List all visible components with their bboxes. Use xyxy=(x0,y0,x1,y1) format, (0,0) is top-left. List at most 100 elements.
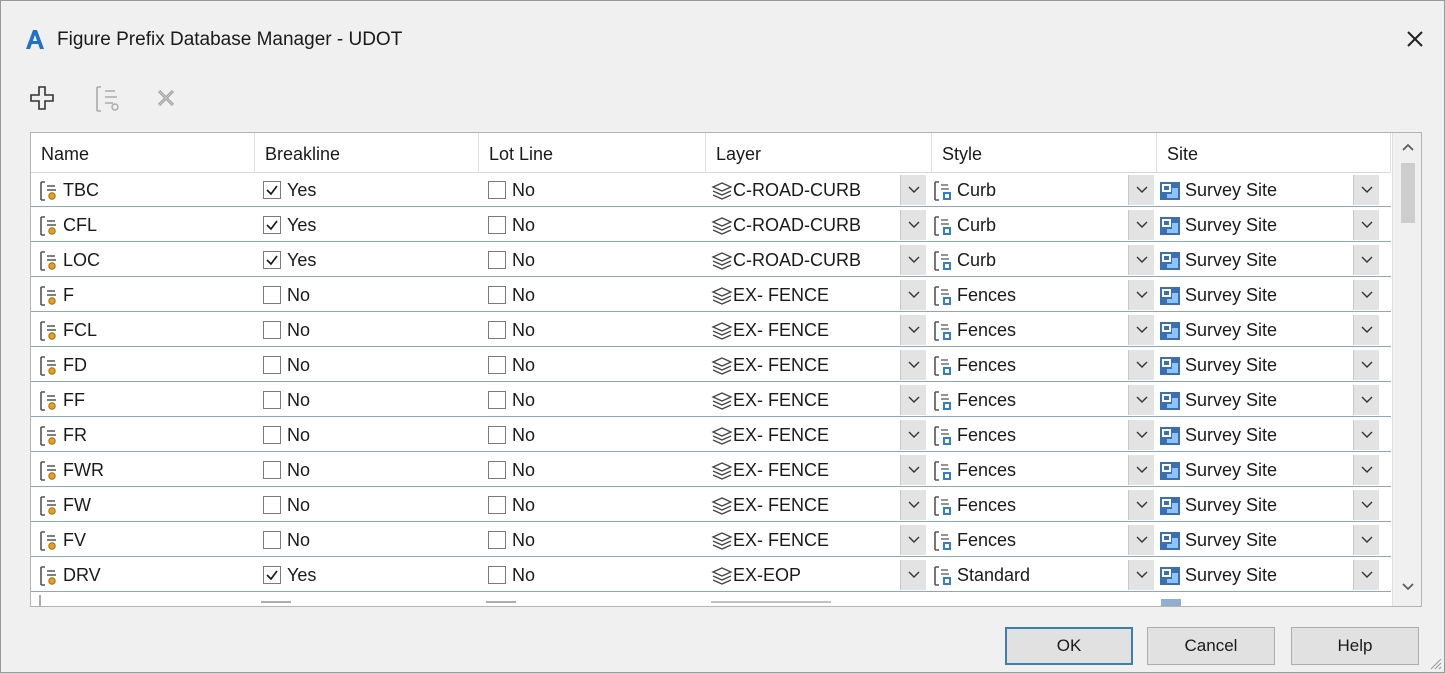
style-dropdown-chevron-icon[interactable] xyxy=(1128,490,1154,520)
table-row[interactable]: FW No No EX- FENCE Fences Survey Site xyxy=(31,488,1391,522)
layer-dropdown-chevron-icon[interactable] xyxy=(900,350,926,380)
lotline-checkbox[interactable] xyxy=(488,321,506,339)
name-cell[interactable]: LOC xyxy=(31,243,255,277)
breakline-checkbox[interactable] xyxy=(263,321,281,339)
layer-cell[interactable]: EX- FENCE xyxy=(706,348,932,382)
table-row[interactable]: LOC Yes No C-ROAD-CURB Curb Survey Site xyxy=(31,243,1391,277)
site-dropdown-chevron-icon[interactable] xyxy=(1353,245,1379,275)
style-dropdown-chevron-icon[interactable] xyxy=(1128,560,1154,590)
breakline-checkbox[interactable] xyxy=(263,461,281,479)
cancel-button[interactable]: Cancel xyxy=(1147,627,1275,665)
site-dropdown-chevron-icon[interactable] xyxy=(1353,385,1379,415)
name-cell[interactable]: FWR xyxy=(31,453,255,487)
name-cell[interactable]: FW xyxy=(31,488,255,522)
lotline-checkbox[interactable] xyxy=(488,566,506,584)
close-icon[interactable] xyxy=(1395,19,1435,59)
lotline-checkbox[interactable] xyxy=(488,531,506,549)
style-cell[interactable]: Fences xyxy=(932,523,1157,557)
name-cell[interactable]: FCL xyxy=(31,313,255,347)
lotline-checkbox[interactable] xyxy=(488,286,506,304)
style-dropdown-chevron-icon[interactable] xyxy=(1128,315,1154,345)
layer-cell[interactable]: C-ROAD-CURB xyxy=(706,243,932,277)
table-row[interactable]: DRV Yes No EX-EOP Standard Survey Site xyxy=(31,558,1391,592)
style-cell[interactable]: Curb xyxy=(932,243,1157,277)
site-dropdown-chevron-icon[interactable] xyxy=(1353,490,1379,520)
style-dropdown-chevron-icon[interactable] xyxy=(1128,280,1154,310)
layer-cell[interactable]: C-ROAD-CURB xyxy=(706,173,932,207)
table-row[interactable]: F No No EX- FENCE Fences Survey Site xyxy=(31,278,1391,312)
site-cell[interactable]: Survey Site xyxy=(1157,558,1391,592)
layer-cell[interactable]: EX- FENCE xyxy=(706,453,932,487)
column-header-name[interactable]: Name xyxy=(31,133,255,173)
table-row[interactable]: FCL No No EX- FENCE Fences Survey Site xyxy=(31,313,1391,347)
layer-dropdown-chevron-icon[interactable] xyxy=(900,455,926,485)
name-cell[interactable]: FD xyxy=(31,348,255,382)
style-dropdown-chevron-icon[interactable] xyxy=(1128,245,1154,275)
resize-grip-icon[interactable] xyxy=(1429,657,1443,671)
breakline-checkbox[interactable] xyxy=(263,496,281,514)
breakline-checkbox[interactable] xyxy=(263,566,281,584)
style-cell[interactable]: Curb xyxy=(932,173,1157,207)
layer-dropdown-chevron-icon[interactable] xyxy=(900,245,926,275)
site-cell[interactable]: Survey Site xyxy=(1157,383,1391,417)
site-dropdown-chevron-icon[interactable] xyxy=(1353,175,1379,205)
copy-prefix-icon[interactable] xyxy=(87,81,127,117)
layer-cell[interactable]: EX-EOP xyxy=(706,558,932,592)
layer-cell[interactable]: EX- FENCE xyxy=(706,418,932,452)
style-cell[interactable]: Fences xyxy=(932,418,1157,452)
site-dropdown-chevron-icon[interactable] xyxy=(1353,560,1379,590)
column-header-site[interactable]: Site xyxy=(1157,133,1391,173)
name-cell[interactable]: CFL xyxy=(31,208,255,242)
site-cell[interactable]: Survey Site xyxy=(1157,348,1391,382)
table-row[interactable]: FWR No No EX- FENCE Fences Survey Site xyxy=(31,453,1391,487)
vertical-scrollbar[interactable] xyxy=(1392,133,1421,606)
table-row[interactable]: FF No No EX- FENCE Fences Survey Site xyxy=(31,383,1391,417)
layer-dropdown-chevron-icon[interactable] xyxy=(900,385,926,415)
lotline-checkbox[interactable] xyxy=(488,391,506,409)
style-cell[interactable]: Fences xyxy=(932,453,1157,487)
site-cell[interactable]: Survey Site xyxy=(1157,488,1391,522)
site-cell[interactable]: Survey Site xyxy=(1157,453,1391,487)
scroll-down-icon[interactable] xyxy=(1393,573,1421,601)
style-dropdown-chevron-icon[interactable] xyxy=(1128,210,1154,240)
style-cell[interactable]: Fences xyxy=(932,348,1157,382)
name-cell[interactable]: DRV xyxy=(31,558,255,592)
layer-dropdown-chevron-icon[interactable] xyxy=(900,280,926,310)
style-cell[interactable]: Curb xyxy=(932,208,1157,242)
table-row[interactable]: FR No No EX- FENCE Fences Survey Site xyxy=(31,418,1391,452)
site-cell[interactable]: Survey Site xyxy=(1157,173,1391,207)
table-row[interactable]: TBC Yes No C-ROAD-CURB Curb Survey Site xyxy=(31,173,1391,207)
site-cell[interactable]: Survey Site xyxy=(1157,523,1391,557)
layer-dropdown-chevron-icon[interactable] xyxy=(900,210,926,240)
layer-cell[interactable]: EX- FENCE xyxy=(706,523,932,557)
name-cell[interactable]: TBC xyxy=(31,173,255,207)
layer-dropdown-chevron-icon[interactable] xyxy=(900,315,926,345)
breakline-checkbox[interactable] xyxy=(263,251,281,269)
scroll-up-icon[interactable] xyxy=(1393,133,1421,161)
style-cell[interactable]: Standard xyxy=(932,558,1157,592)
layer-dropdown-chevron-icon[interactable] xyxy=(900,560,926,590)
style-dropdown-chevron-icon[interactable] xyxy=(1128,385,1154,415)
breakline-checkbox[interactable] xyxy=(263,531,281,549)
breakline-checkbox[interactable] xyxy=(263,216,281,234)
site-dropdown-chevron-icon[interactable] xyxy=(1353,455,1379,485)
layer-dropdown-chevron-icon[interactable] xyxy=(900,420,926,450)
breakline-checkbox[interactable] xyxy=(263,356,281,374)
lotline-checkbox[interactable] xyxy=(488,216,506,234)
table-row[interactable]: FV No No EX- FENCE Fences Survey Site xyxy=(31,523,1391,557)
column-header-lotline[interactable]: Lot Line xyxy=(479,133,706,173)
new-prefix-icon[interactable] xyxy=(23,81,63,117)
lotline-checkbox[interactable] xyxy=(488,426,506,444)
column-header-layer[interactable]: Layer xyxy=(706,133,932,173)
style-dropdown-chevron-icon[interactable] xyxy=(1128,420,1154,450)
style-dropdown-chevron-icon[interactable] xyxy=(1128,175,1154,205)
breakline-checkbox[interactable] xyxy=(263,181,281,199)
site-dropdown-chevron-icon[interactable] xyxy=(1353,210,1379,240)
name-cell[interactable]: FR xyxy=(31,418,255,452)
site-dropdown-chevron-icon[interactable] xyxy=(1353,315,1379,345)
site-dropdown-chevron-icon[interactable] xyxy=(1353,525,1379,555)
scrollbar-thumb[interactable] xyxy=(1401,163,1415,223)
style-dropdown-chevron-icon[interactable] xyxy=(1128,455,1154,485)
layer-cell[interactable]: EX- FENCE xyxy=(706,313,932,347)
breakline-checkbox[interactable] xyxy=(263,426,281,444)
